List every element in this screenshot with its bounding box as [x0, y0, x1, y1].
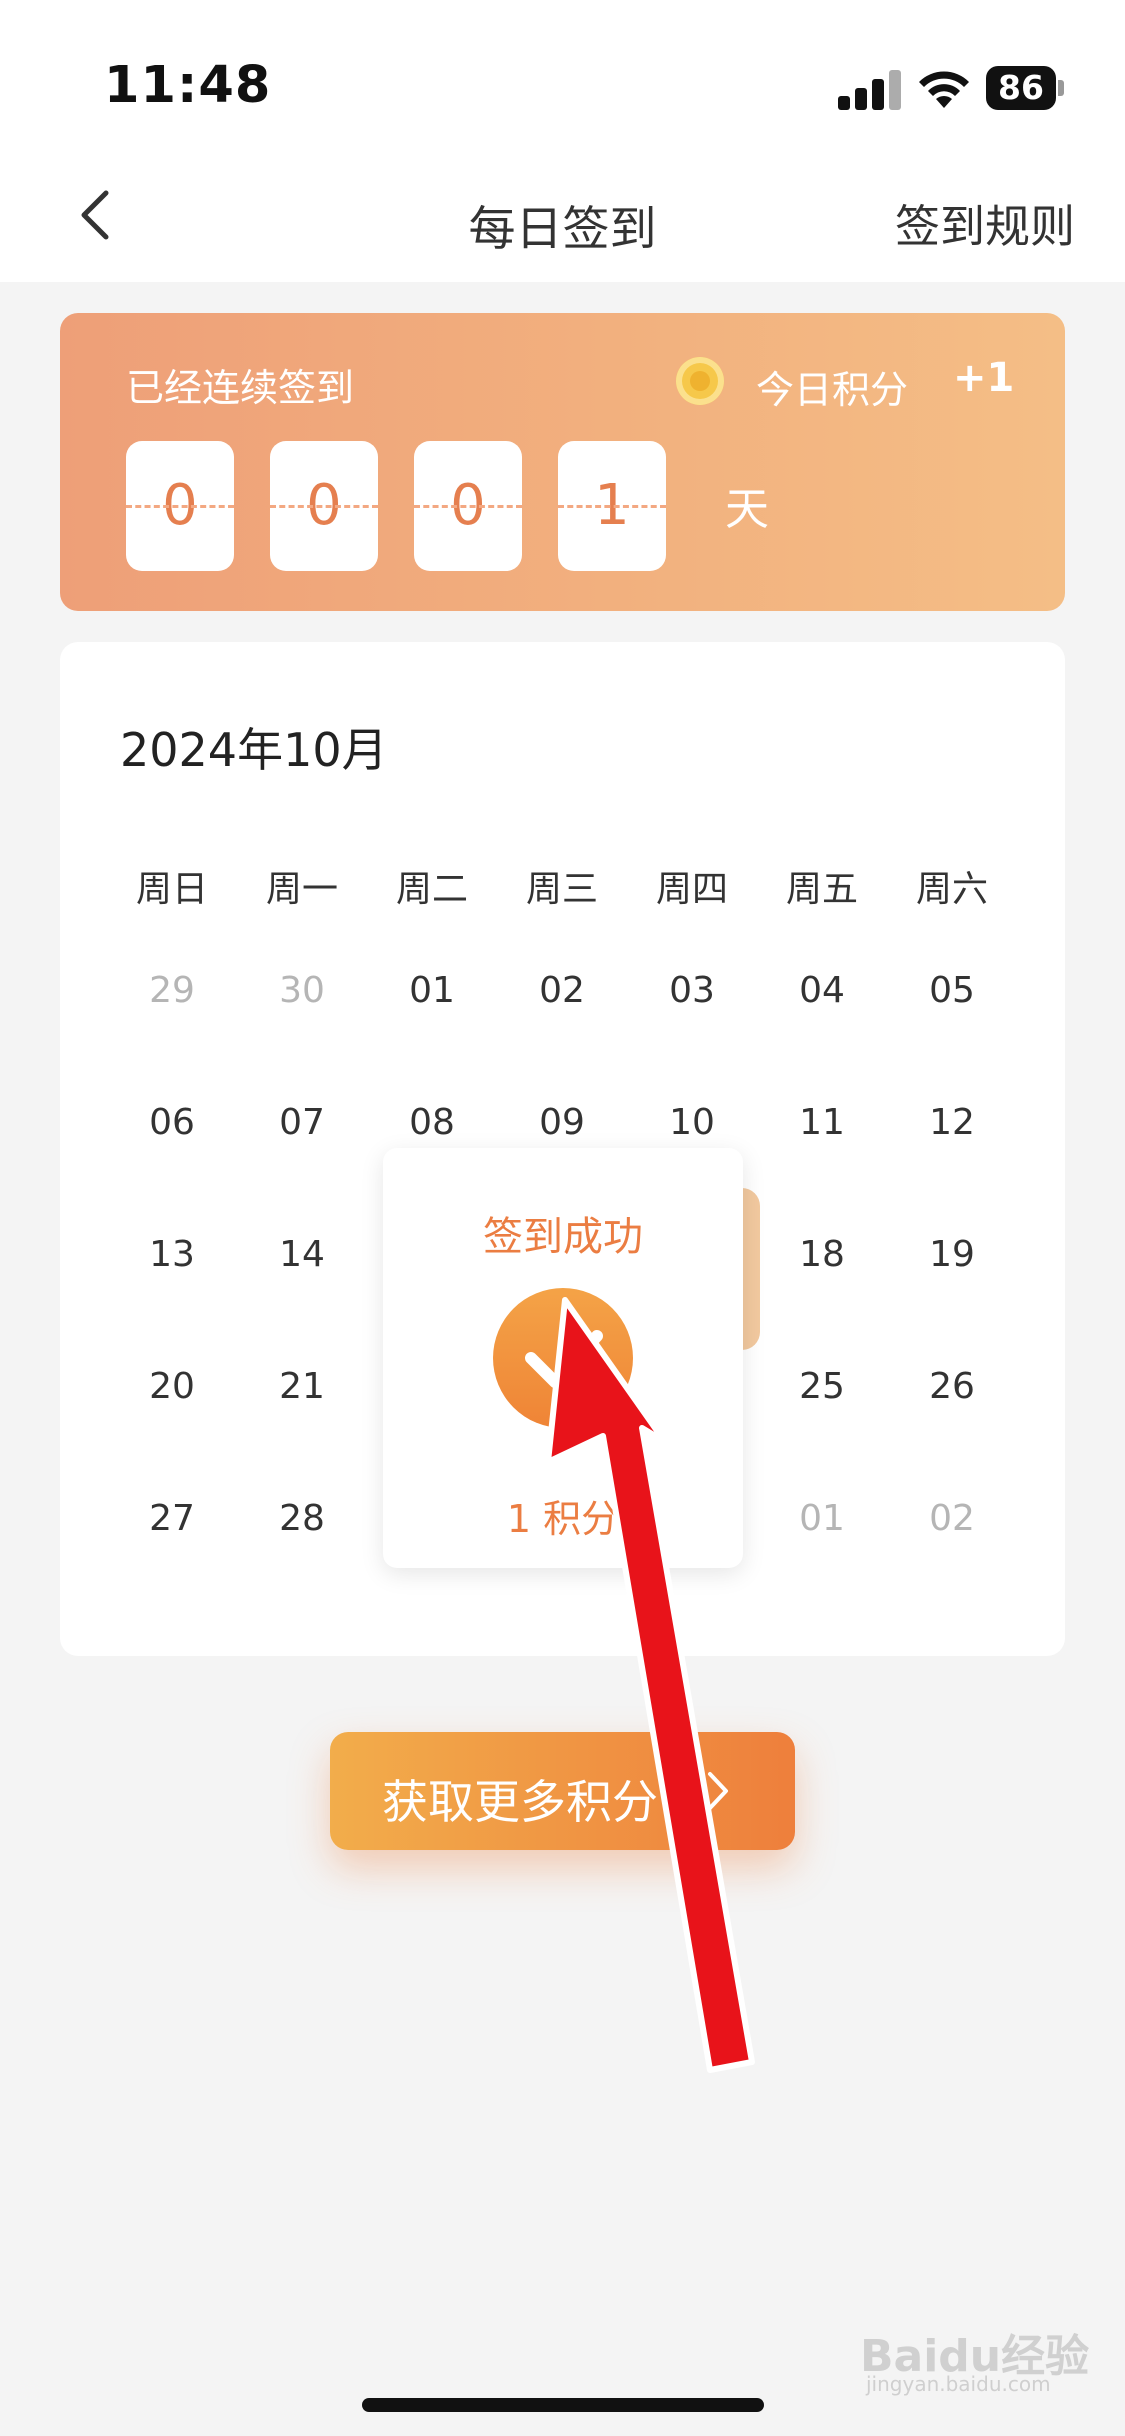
calendar-day[interactable]: 21 [237, 1366, 367, 1407]
calendar-day[interactable]: 27 [107, 1498, 237, 1539]
chevron-right-icon [708, 1772, 728, 1810]
today-points-label: 今日积分 [756, 368, 909, 412]
calendar-day[interactable]: 25 [757, 1366, 887, 1407]
popup-points: 1 积分 [506, 1497, 620, 1541]
calendar-day[interactable]: 10 [627, 1102, 757, 1143]
watermark-url: jingyan.baidu.com [866, 2372, 1051, 2396]
streak-digit: 0 [270, 441, 378, 571]
weekday-label: 周六 [915, 869, 988, 910]
calendar-day[interactable]: 06 [107, 1102, 237, 1143]
weekday-label: 周二 [395, 869, 468, 910]
battery-icon: 86 [986, 66, 1066, 110]
calendar-day[interactable]: 09 [497, 1102, 627, 1143]
calendar-day[interactable]: 08 [367, 1102, 497, 1143]
calendar-day[interactable]: 29 [107, 970, 237, 1011]
popup-title: 签到成功 [483, 1214, 643, 1260]
status-time: 11:48 [104, 56, 272, 115]
calendar-day[interactable]: 02 [887, 1498, 1017, 1539]
calendar-day[interactable]: 18 [757, 1234, 887, 1275]
battery-level: 86 [986, 66, 1056, 110]
calendar-day[interactable]: 01 [367, 970, 497, 1011]
checkin-rules-link[interactable]: 签到规则 [895, 190, 1075, 255]
calendar-day[interactable]: 13 [107, 1234, 237, 1275]
streak-digit: 0 [126, 441, 234, 571]
calendar-day[interactable]: 11 [757, 1102, 887, 1143]
calendar-day[interactable]: 05 [887, 970, 1017, 1011]
checkin-success-popup: 签到成功 1 积分 [383, 1148, 743, 1568]
calendar-day[interactable]: 07 [237, 1102, 367, 1143]
weekday-label: 周一 [265, 869, 338, 910]
calendar-day[interactable]: 28 [237, 1498, 367, 1539]
get-more-points-label: 获取更多积分 [382, 1775, 658, 1829]
coin-icon [676, 357, 724, 405]
today-points-value: +1 [953, 355, 1015, 401]
calendar-day[interactable]: 01 [757, 1498, 887, 1539]
check-icon [493, 1288, 633, 1428]
calendar-day[interactable]: 30 [237, 970, 367, 1011]
cellular-signal-icon [838, 70, 902, 110]
weekday-label: 周四 [655, 869, 728, 910]
calendar-day[interactable]: 26 [887, 1366, 1017, 1407]
calendar-day[interactable]: 12 [887, 1102, 1017, 1143]
streak-digit: 0 [414, 441, 522, 571]
calendar-day[interactable]: 02 [497, 970, 627, 1011]
calendar-day[interactable]: 19 [887, 1234, 1017, 1275]
streak-unit: 天 [725, 484, 769, 535]
weekday-label: 周日 [135, 869, 208, 910]
calendar-day[interactable]: 03 [627, 970, 757, 1011]
weekday-label: 周五 [785, 869, 858, 910]
streak-card: 已经连续签到 今日积分 +1 0 0 0 1 天 [60, 313, 1065, 611]
calendar-day[interactable]: 04 [757, 970, 887, 1011]
calendar-day[interactable]: 20 [107, 1366, 237, 1407]
calendar-month: 2024年10月 [120, 723, 388, 777]
streak-label: 已经连续签到 [126, 366, 355, 410]
home-indicator [362, 2398, 764, 2412]
get-more-points-button[interactable]: 获取更多积分 [330, 1732, 795, 1850]
calendar-day[interactable]: 14 [237, 1234, 367, 1275]
wifi-icon [919, 71, 969, 108]
streak-digit: 1 [558, 441, 666, 571]
weekday-label: 周三 [525, 869, 598, 910]
